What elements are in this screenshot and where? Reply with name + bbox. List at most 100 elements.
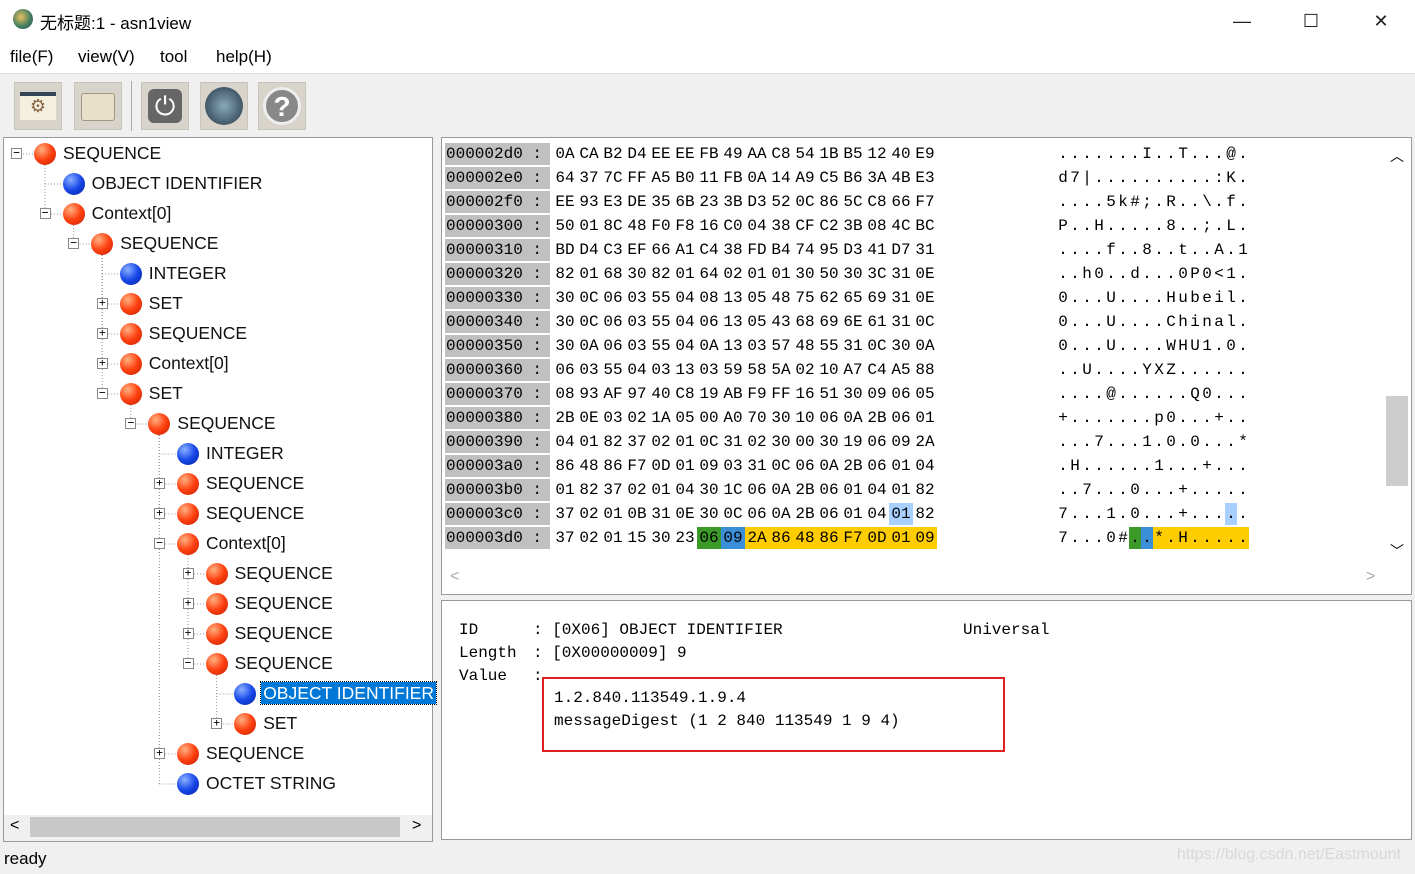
hex-byte[interactable]: 93 bbox=[577, 383, 601, 405]
hex-byte[interactable]: FF bbox=[625, 167, 649, 189]
hex-byte[interactable]: 06 bbox=[889, 407, 913, 429]
hex-byte[interactable]: 0A bbox=[745, 167, 769, 189]
hex-byte[interactable]: 69 bbox=[865, 287, 889, 309]
hex-byte[interactable]: 04 bbox=[865, 479, 889, 501]
view-button[interactable] bbox=[200, 82, 248, 130]
hex-byte[interactable]: C8 bbox=[769, 143, 793, 165]
hex-byte[interactable]: 04 bbox=[673, 479, 697, 501]
expand-icon[interactable]: + bbox=[182, 597, 194, 609]
hex-byte[interactable]: 0A bbox=[577, 335, 601, 357]
expand-icon[interactable]: + bbox=[96, 357, 108, 369]
hex-byte[interactable]: 97 bbox=[625, 383, 649, 405]
expand-icon[interactable]: + bbox=[154, 477, 165, 489]
hex-byte[interactable]: 2B bbox=[553, 407, 577, 429]
hex-byte[interactable]: 30 bbox=[841, 383, 865, 405]
hex-byte[interactable]: 82 bbox=[601, 431, 625, 453]
hex-byte[interactable]: 01 bbox=[769, 263, 793, 285]
hex-byte[interactable]: EE bbox=[649, 143, 673, 165]
hex-byte[interactable]: 37 bbox=[625, 431, 649, 453]
hex-byte[interactable]: 0C bbox=[577, 311, 601, 333]
hex-byte[interactable]: 35 bbox=[649, 191, 673, 213]
hex-byte[interactable]: 0E bbox=[577, 407, 601, 429]
hex-byte[interactable]: F7 bbox=[913, 191, 937, 213]
hex-byte[interactable]: 0D bbox=[865, 527, 889, 549]
settings-button[interactable]: ⚙ bbox=[14, 82, 62, 130]
hex-byte[interactable]: 30 bbox=[625, 263, 649, 285]
hex-byte[interactable]: 58 bbox=[745, 359, 769, 381]
menu-help[interactable]: help(H) bbox=[216, 47, 272, 67]
hex-byte[interactable]: 1C bbox=[721, 479, 745, 501]
hex-byte[interactable]: 0A bbox=[817, 455, 841, 477]
hex-byte[interactable]: A7 bbox=[841, 359, 865, 381]
hex-byte[interactable]: 03 bbox=[649, 359, 673, 381]
hex-byte[interactable]: 50 bbox=[817, 263, 841, 285]
scroll-left-icon[interactable]: < bbox=[10, 817, 19, 835]
scroll-up-icon[interactable]: ︿ bbox=[1390, 146, 1404, 166]
hex-byte[interactable]: 10 bbox=[793, 407, 817, 429]
hex-byte[interactable]: F9 bbox=[745, 383, 769, 405]
hex-byte[interactable]: 13 bbox=[673, 359, 697, 381]
hex-byte[interactable]: 01 bbox=[889, 503, 913, 525]
hex-byte[interactable]: 30 bbox=[817, 431, 841, 453]
hex-byte[interactable]: 06 bbox=[697, 311, 721, 333]
hex-byte[interactable]: C0 bbox=[721, 215, 745, 237]
hex-byte[interactable]: 01 bbox=[601, 503, 625, 525]
hex-byte[interactable]: FB bbox=[721, 167, 745, 189]
hex-byte[interactable]: 31 bbox=[889, 287, 913, 309]
hex-byte[interactable]: 06 bbox=[817, 479, 841, 501]
hex-byte[interactable]: 12 bbox=[865, 143, 889, 165]
hex-byte[interactable]: AB bbox=[721, 383, 745, 405]
hex-byte[interactable]: 2B bbox=[793, 479, 817, 501]
collapse-icon[interactable]: − bbox=[11, 147, 22, 159]
hex-byte[interactable]: 55 bbox=[649, 287, 673, 309]
hex-byte[interactable]: 86 bbox=[817, 527, 841, 549]
hex-byte[interactable]: EE bbox=[553, 191, 577, 213]
hex-byte[interactable]: B0 bbox=[673, 167, 697, 189]
hex-byte[interactable]: 01 bbox=[841, 503, 865, 525]
expand-icon[interactable]: + bbox=[182, 567, 194, 579]
tree-horizontal-scrollbar[interactable]: < > bbox=[4, 815, 432, 841]
hex-byte[interactable]: 86 bbox=[817, 191, 841, 213]
hex-byte[interactable]: 02 bbox=[649, 431, 673, 453]
hex-byte[interactable]: D7 bbox=[889, 239, 913, 261]
hex-byte[interactable]: 3A bbox=[865, 167, 889, 189]
hex-byte[interactable]: 08 bbox=[553, 383, 577, 405]
hex-byte[interactable]: 30 bbox=[553, 311, 577, 333]
hex-byte[interactable]: 0E bbox=[913, 263, 937, 285]
hex-byte[interactable]: 55 bbox=[601, 359, 625, 381]
hex-byte[interactable]: 13 bbox=[721, 311, 745, 333]
hex-byte[interactable]: 30 bbox=[649, 527, 673, 549]
hex-byte[interactable]: 3B bbox=[841, 215, 865, 237]
scroll-thumb[interactable] bbox=[30, 817, 400, 837]
hex-byte[interactable]: 04 bbox=[673, 287, 697, 309]
hex-byte[interactable]: 09 bbox=[865, 383, 889, 405]
close-button[interactable]: ✕ bbox=[1358, 6, 1404, 36]
hex-byte[interactable]: 0E bbox=[913, 287, 937, 309]
hex-byte[interactable]: 31 bbox=[745, 455, 769, 477]
hex-byte[interactable]: 01 bbox=[889, 455, 913, 477]
hex-byte[interactable]: 15 bbox=[625, 527, 649, 549]
hex-byte[interactable]: 06 bbox=[793, 455, 817, 477]
collapse-icon[interactable]: − bbox=[182, 657, 194, 669]
hex-byte[interactable]: F7 bbox=[841, 527, 865, 549]
hex-byte[interactable]: 3B bbox=[721, 191, 745, 213]
hex-byte[interactable]: EE bbox=[673, 143, 697, 165]
hex-byte[interactable]: 09 bbox=[697, 455, 721, 477]
hex-byte[interactable]: 06 bbox=[745, 479, 769, 501]
hex-byte[interactable]: 16 bbox=[697, 215, 721, 237]
collapse-icon[interactable]: − bbox=[125, 417, 137, 429]
hex-byte[interactable]: 64 bbox=[553, 167, 577, 189]
hex-byte[interactable]: 2B bbox=[793, 503, 817, 525]
hex-byte[interactable]: 05 bbox=[673, 407, 697, 429]
hex-byte[interactable]: 01 bbox=[889, 527, 913, 549]
hex-byte[interactable]: 2A bbox=[745, 527, 769, 549]
hex-byte[interactable]: 55 bbox=[649, 311, 673, 333]
hex-byte[interactable]: 49 bbox=[721, 143, 745, 165]
hex-byte[interactable]: F8 bbox=[673, 215, 697, 237]
hex-byte[interactable]: AA bbox=[745, 143, 769, 165]
hex-byte[interactable]: A1 bbox=[673, 239, 697, 261]
hex-byte[interactable]: 02 bbox=[625, 407, 649, 429]
hex-byte[interactable]: 65 bbox=[841, 287, 865, 309]
hex-byte[interactable]: D3 bbox=[841, 239, 865, 261]
hex-byte[interactable]: C4 bbox=[865, 359, 889, 381]
